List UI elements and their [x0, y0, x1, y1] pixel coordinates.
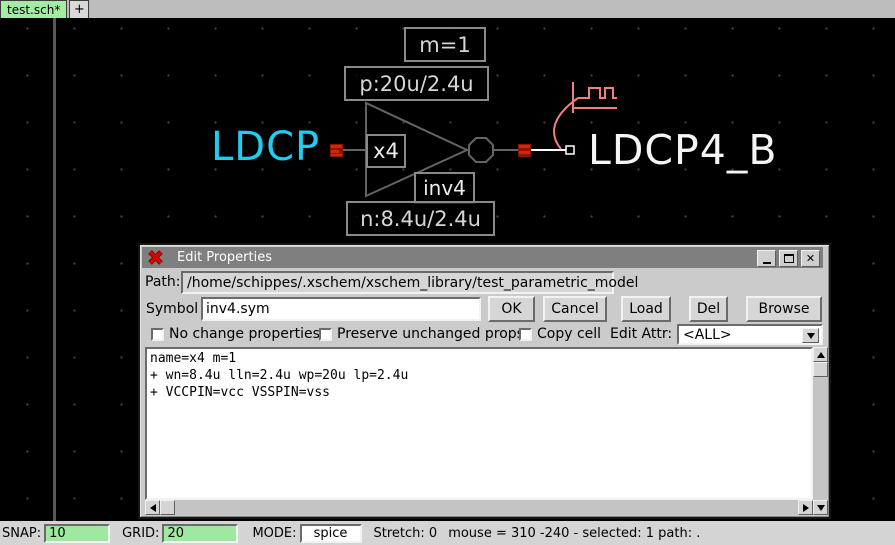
symbol-label: Symbol — [146, 301, 198, 317]
maximize-icon — [784, 254, 794, 263]
snap-input[interactable] — [44, 524, 110, 543]
output-pin[interactable] — [518, 144, 531, 157]
horizontal-scroll-thumb[interactable] — [160, 500, 175, 515]
no-change-properties-label: No change properties — [169, 326, 320, 342]
param-p-label[interactable]: p:20u/2.4u — [344, 66, 489, 101]
mouse-status: mouse = 310 -240 - selected: 1 path: . — [448, 526, 700, 541]
scroll-up-button[interactable] — [813, 347, 828, 362]
vertical-scroll-thumb[interactable] — [813, 362, 828, 377]
param-n-label[interactable]: n:8.4u/2.4u — [346, 201, 495, 236]
scroll-up-icon — [817, 352, 825, 358]
snap-label: SNAP: — [2, 526, 41, 541]
properties-text: name=x4 m=1 + wn=8.4u lln=2.4u wp=20u lp… — [147, 349, 811, 402]
xschem-logo-icon — [148, 250, 163, 265]
properties-textarea[interactable]: name=x4 m=1 + wn=8.4u lln=2.4u wp=20u lp… — [145, 347, 813, 500]
grid-label: GRID: — [122, 526, 159, 541]
symbol-input[interactable] — [201, 297, 481, 321]
edit-attr-dropdown[interactable]: <ALL> — [677, 324, 823, 345]
horizontal-scrollbar[interactable] — [145, 500, 813, 515]
net-label-pin[interactable] — [566, 146, 574, 154]
scroll-left-button[interactable] — [145, 500, 160, 515]
tab-bar: test.sch* + — [0, 0, 895, 19]
scroll-right-icon — [803, 504, 809, 512]
browse-button[interactable]: Browse — [746, 296, 822, 322]
minimize-icon — [763, 262, 771, 264]
new-tab-button[interactable]: + — [69, 0, 89, 18]
dialog-title-bar[interactable]: Edit Properties ✕ — [142, 247, 823, 268]
minimize-button[interactable] — [757, 250, 776, 267]
instance-mult-label[interactable]: x4 — [366, 134, 406, 168]
grid-input[interactable] — [162, 524, 238, 543]
edit-properties-dialog: Edit Properties ✕ Path: /home/schippes/.… — [138, 243, 831, 519]
output-net-label[interactable]: LDCP4_B — [588, 126, 777, 174]
inverter-bubble[interactable] — [469, 138, 493, 162]
maximize-button[interactable] — [779, 250, 798, 267]
copy-cell-label: Copy cell — [537, 326, 601, 342]
stretch-status: Stretch: 0 — [374, 526, 438, 541]
scroll-down-button[interactable] — [813, 500, 828, 515]
chevron-down-icon — [807, 333, 815, 339]
param-m-label[interactable]: m=1 — [404, 27, 486, 62]
copy-cell-checkbox[interactable] — [519, 328, 532, 341]
load-button[interactable]: Load — [621, 296, 671, 322]
mode-label: MODE: — [252, 526, 296, 541]
input-net-label[interactable]: LDCP — [211, 124, 320, 170]
status-bar: SNAP: GRID: MODE: Stretch: 0 mouse = 310… — [0, 521, 895, 545]
dialog-title: Edit Properties — [177, 250, 272, 265]
dropdown-arrow-button[interactable] — [802, 328, 819, 343]
path-field: /home/schippes/.xschem/xschem_library/te… — [181, 271, 614, 294]
scroll-right-button[interactable] — [798, 500, 813, 515]
xschem-window: test.sch* + — [0, 0, 895, 545]
mode-input[interactable] — [300, 524, 362, 543]
del-button[interactable]: Del — [689, 296, 728, 322]
cancel-button[interactable]: Cancel — [543, 296, 607, 322]
input-pin[interactable] — [330, 144, 343, 157]
preserve-unchanged-props-checkbox[interactable] — [319, 328, 332, 341]
preserve-unchanged-props-label: Preserve unchanged props — [337, 326, 524, 342]
cell-name-label[interactable]: inv4 — [414, 172, 475, 204]
path-label: Path: — [145, 274, 180, 290]
ok-button[interactable]: OK — [488, 296, 535, 322]
vertical-scrollbar[interactable] — [813, 347, 828, 500]
scroll-left-icon — [150, 504, 156, 512]
no-change-properties-checkbox[interactable] — [151, 328, 164, 341]
close-icon: ✕ — [806, 253, 815, 264]
edit-attr-label: Edit Attr: — [610, 326, 672, 342]
edit-attr-value: <ALL> — [683, 327, 732, 343]
scroll-down-icon — [817, 505, 825, 511]
tab-test-sch[interactable]: test.sch* — [0, 0, 67, 18]
close-button[interactable]: ✕ — [801, 250, 820, 267]
